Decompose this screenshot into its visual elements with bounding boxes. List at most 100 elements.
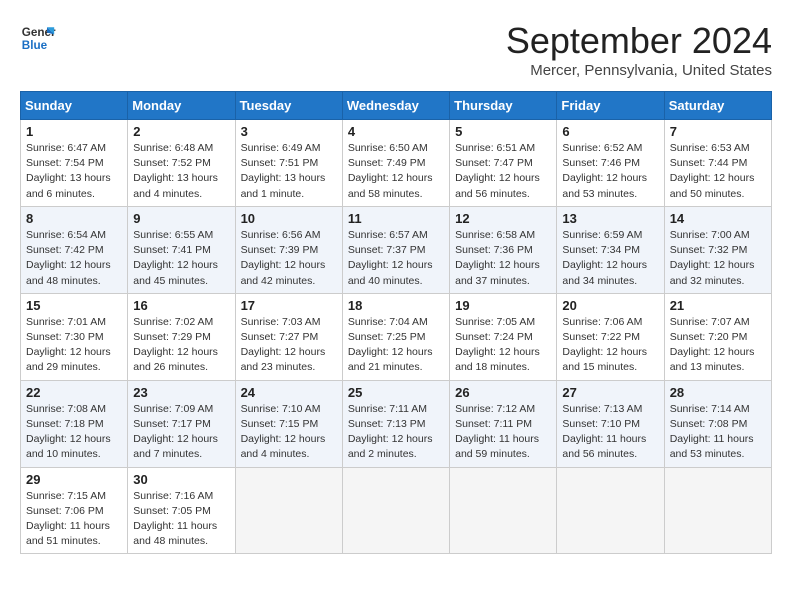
day-cell <box>342 467 449 554</box>
day-cell: 27 Sunrise: 7:13 AMSunset: 7:10 PMDayligh… <box>557 380 664 467</box>
day-number: 24 <box>241 385 337 400</box>
day-number: 21 <box>670 298 766 313</box>
day-info: Sunrise: 6:54 AMSunset: 7:42 PMDaylight:… <box>26 228 122 289</box>
day-info: Sunrise: 6:55 AMSunset: 7:41 PMDaylight:… <box>133 228 229 289</box>
day-cell: 17 Sunrise: 7:03 AMSunset: 7:27 PMDayligh… <box>235 293 342 380</box>
day-number: 26 <box>455 385 551 400</box>
day-number: 10 <box>241 211 337 226</box>
day-number: 25 <box>348 385 444 400</box>
day-cell: 12 Sunrise: 6:58 AMSunset: 7:36 PMDayligh… <box>450 206 557 293</box>
day-info: Sunrise: 7:02 AMSunset: 7:29 PMDaylight:… <box>133 315 229 376</box>
day-info: Sunrise: 6:58 AMSunset: 7:36 PMDaylight:… <box>455 228 551 289</box>
week-row-1: 1 Sunrise: 6:47 AMSunset: 7:54 PMDaylight… <box>21 120 772 207</box>
title-section: September 2024 Mercer, Pennsylvania, Uni… <box>506 20 772 79</box>
week-row-3: 15Sunrise: 7:01 AMSunset: 7:30 PMDayligh… <box>21 293 772 380</box>
header-row: SundayMondayTuesdayWednesdayThursdayFrid… <box>21 92 772 120</box>
day-number: 11 <box>348 211 444 226</box>
day-number: 5 <box>455 124 551 139</box>
day-number: 1 <box>26 124 122 139</box>
day-info: Sunrise: 6:59 AMSunset: 7:34 PMDaylight:… <box>562 228 658 289</box>
day-number: 15 <box>26 298 122 313</box>
day-info: Sunrise: 6:49 AMSunset: 7:51 PMDaylight:… <box>241 141 337 202</box>
day-info: Sunrise: 6:57 AMSunset: 7:37 PMDaylight:… <box>348 228 444 289</box>
day-number: 30 <box>133 472 229 487</box>
day-info: Sunrise: 7:03 AMSunset: 7:27 PMDaylight:… <box>241 315 337 376</box>
day-number: 3 <box>241 124 337 139</box>
day-cell: 16 Sunrise: 7:02 AMSunset: 7:29 PMDayligh… <box>128 293 235 380</box>
day-number: 23 <box>133 385 229 400</box>
day-number: 4 <box>348 124 444 139</box>
day-info: Sunrise: 7:00 AMSunset: 7:32 PMDaylight:… <box>670 228 766 289</box>
day-info: Sunrise: 6:53 AMSunset: 7:44 PMDaylight:… <box>670 141 766 202</box>
week-row-4: 22 Sunrise: 7:08 AMSunset: 7:18 PMDayligh… <box>21 380 772 467</box>
day-number: 28 <box>670 385 766 400</box>
header-cell-tuesday: Tuesday <box>235 92 342 120</box>
logo: General Blue <box>20 20 56 56</box>
day-info: Sunrise: 7:13 AMSunset: 7:10 PMDaylight:… <box>562 402 658 463</box>
day-info: Sunrise: 7:15 AMSunset: 7:06 PMDaylight:… <box>26 489 122 550</box>
day-number: 17 <box>241 298 337 313</box>
day-cell: 24 Sunrise: 7:10 AMSunset: 7:15 PMDayligh… <box>235 380 342 467</box>
day-info: Sunrise: 6:56 AMSunset: 7:39 PMDaylight:… <box>241 228 337 289</box>
day-cell: 8 Sunrise: 6:54 AMSunset: 7:42 PMDaylight… <box>21 206 128 293</box>
day-cell: 11 Sunrise: 6:57 AMSunset: 7:37 PMDayligh… <box>342 206 449 293</box>
day-cell: 1 Sunrise: 6:47 AMSunset: 7:54 PMDaylight… <box>21 120 128 207</box>
day-cell: 22 Sunrise: 7:08 AMSunset: 7:18 PMDayligh… <box>21 380 128 467</box>
day-cell <box>450 467 557 554</box>
day-info: Sunrise: 6:47 AMSunset: 7:54 PMDaylight:… <box>26 141 122 202</box>
day-cell: 19Sunrise: 7:05 AMSunset: 7:24 PMDayligh… <box>450 293 557 380</box>
calendar-table: SundayMondayTuesdayWednesdayThursdayFrid… <box>20 91 772 554</box>
day-cell: 14 Sunrise: 7:00 AMSunset: 7:32 PMDayligh… <box>664 206 771 293</box>
day-cell: 6Sunrise: 6:52 AMSunset: 7:46 PMDaylight… <box>557 120 664 207</box>
day-number: 16 <box>133 298 229 313</box>
day-info: Sunrise: 7:06 AMSunset: 7:22 PMDaylight:… <box>562 315 658 376</box>
day-number: 12 <box>455 211 551 226</box>
day-cell <box>557 467 664 554</box>
day-cell: 21Sunrise: 7:07 AMSunset: 7:20 PMDayligh… <box>664 293 771 380</box>
calendar-title: September 2024 <box>506 20 772 62</box>
header-cell-friday: Friday <box>557 92 664 120</box>
day-info: Sunrise: 6:50 AMSunset: 7:49 PMDaylight:… <box>348 141 444 202</box>
day-number: 29 <box>26 472 122 487</box>
day-cell: 23Sunrise: 7:09 AMSunset: 7:17 PMDayligh… <box>128 380 235 467</box>
day-info: Sunrise: 7:16 AMSunset: 7:05 PMDaylight:… <box>133 489 229 550</box>
day-cell: 2Sunrise: 6:48 AMSunset: 7:52 PMDaylight… <box>128 120 235 207</box>
day-cell: 10 Sunrise: 6:56 AMSunset: 7:39 PMDayligh… <box>235 206 342 293</box>
day-cell: 13Sunrise: 6:59 AMSunset: 7:34 PMDayligh… <box>557 206 664 293</box>
day-number: 14 <box>670 211 766 226</box>
day-info: Sunrise: 7:12 AMSunset: 7:11 PMDaylight:… <box>455 402 551 463</box>
day-info: Sunrise: 7:10 AMSunset: 7:15 PMDaylight:… <box>241 402 337 463</box>
day-info: Sunrise: 7:05 AMSunset: 7:24 PMDaylight:… <box>455 315 551 376</box>
week-row-5: 29 Sunrise: 7:15 AMSunset: 7:06 PMDayligh… <box>21 467 772 554</box>
day-cell: 20Sunrise: 7:06 AMSunset: 7:22 PMDayligh… <box>557 293 664 380</box>
logo-icon: General Blue <box>20 20 56 56</box>
day-cell: 15Sunrise: 7:01 AMSunset: 7:30 PMDayligh… <box>21 293 128 380</box>
page-header: General Blue September 2024 Mercer, Penn… <box>20 20 772 79</box>
day-cell <box>235 467 342 554</box>
header-cell-monday: Monday <box>128 92 235 120</box>
week-row-2: 8 Sunrise: 6:54 AMSunset: 7:42 PMDaylight… <box>21 206 772 293</box>
day-cell: 28Sunrise: 7:14 AMSunset: 7:08 PMDayligh… <box>664 380 771 467</box>
day-cell: 26 Sunrise: 7:12 AMSunset: 7:11 PMDayligh… <box>450 380 557 467</box>
day-number: 8 <box>26 211 122 226</box>
day-info: Sunrise: 7:04 AMSunset: 7:25 PMDaylight:… <box>348 315 444 376</box>
day-info: Sunrise: 7:08 AMSunset: 7:18 PMDaylight:… <box>26 402 122 463</box>
header-cell-thursday: Thursday <box>450 92 557 120</box>
day-cell: 18Sunrise: 7:04 AMSunset: 7:25 PMDayligh… <box>342 293 449 380</box>
calendar-subtitle: Mercer, Pennsylvania, United States <box>506 62 772 79</box>
day-cell: 29 Sunrise: 7:15 AMSunset: 7:06 PMDayligh… <box>21 467 128 554</box>
day-cell: 3 Sunrise: 6:49 AMSunset: 7:51 PMDaylight… <box>235 120 342 207</box>
header-cell-wednesday: Wednesday <box>342 92 449 120</box>
header-cell-sunday: Sunday <box>21 92 128 120</box>
day-number: 2 <box>133 124 229 139</box>
day-number: 7 <box>670 124 766 139</box>
day-info: Sunrise: 6:51 AMSunset: 7:47 PMDaylight:… <box>455 141 551 202</box>
day-cell: 25Sunrise: 7:11 AMSunset: 7:13 PMDayligh… <box>342 380 449 467</box>
day-number: 6 <box>562 124 658 139</box>
day-number: 27 <box>562 385 658 400</box>
day-number: 22 <box>26 385 122 400</box>
day-cell: 4 Sunrise: 6:50 AMSunset: 7:49 PMDaylight… <box>342 120 449 207</box>
svg-text:Blue: Blue <box>22 39 48 52</box>
day-cell: 30 Sunrise: 7:16 AMSunset: 7:05 PMDayligh… <box>128 467 235 554</box>
day-cell: 9Sunrise: 6:55 AMSunset: 7:41 PMDaylight… <box>128 206 235 293</box>
